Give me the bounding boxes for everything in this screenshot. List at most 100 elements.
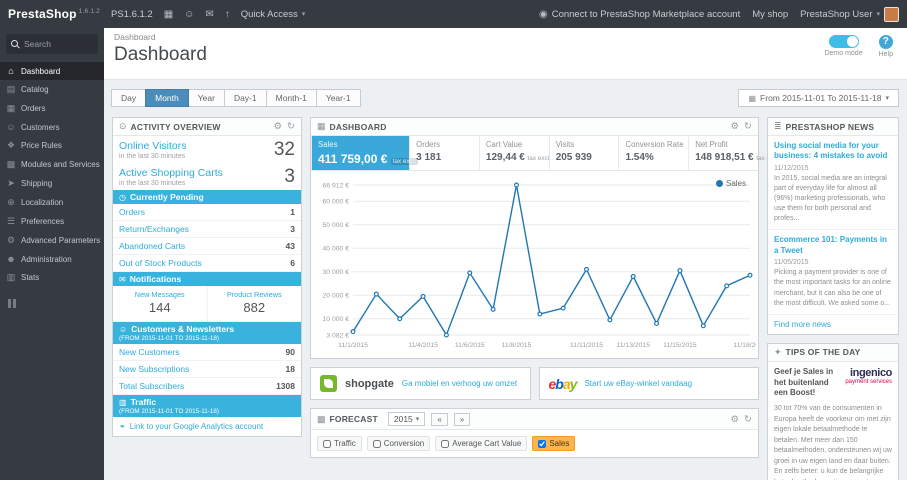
period-button[interactable]: Month-1	[265, 89, 317, 107]
customers-row-value: 18	[285, 364, 295, 374]
kpi-tab[interactable]: Orders 3 181	[409, 136, 479, 170]
news-articles: Using social media for your business: 4 …	[768, 136, 898, 315]
cart-notifications-icon[interactable]: ▦	[164, 9, 173, 20]
truck-icon: ➤	[7, 178, 15, 188]
sidebar-item[interactable]: ▦ Orders	[0, 99, 104, 118]
quick-access-menu[interactable]: Quick Access ▾	[241, 9, 306, 20]
kpi-tab[interactable]: Cart Value 129,44 € tax excl.	[478, 136, 551, 170]
sidebar-item[interactable]: ❖ Price Rules	[0, 136, 104, 155]
demo-mode-toggle[interactable]	[828, 35, 859, 48]
forecast-year-select[interactable]: 2015 ▾	[387, 412, 426, 426]
find-more-news-link[interactable]: Find more news	[768, 315, 898, 334]
sidebar-item[interactable]: ▩ Modules and Services	[0, 155, 104, 174]
customers-row-link[interactable]: Total Subscribers	[119, 381, 184, 391]
forecast-icon: ▩	[317, 413, 326, 424]
forecast-legend-checkbox[interactable]	[372, 439, 381, 448]
google-analytics-link[interactable]: ⚭ Link to your Google Analytics account	[113, 417, 301, 436]
article-title-link[interactable]: Using social media for your business: 4 …	[774, 141, 892, 162]
page-header: Dashboard Dashboard Demo mode ? Help	[104, 28, 907, 80]
calendar-icon: ▦	[748, 93, 757, 103]
caret-down-icon: ▾	[876, 11, 880, 18]
period-button[interactable]: Year	[187, 89, 225, 107]
forecast-legend-item[interactable]: Traffic	[317, 436, 362, 451]
refresh-icon[interactable]: ↻	[744, 121, 752, 132]
svg-text:30 000 €: 30 000 €	[323, 269, 350, 276]
dashboard-panel: ▦ DASHBOARD ⚙ ↻ Sales 411 759,00 € tax e…	[310, 117, 780, 359]
configure-icon[interactable]: ⚙	[274, 121, 283, 132]
prestashop-logo[interactable]: PrestaShop 1.6.1.2	[8, 7, 100, 21]
sidebar-item[interactable]: ▥ Stats	[0, 268, 104, 287]
forecast-legend-checkbox[interactable]	[441, 439, 450, 448]
active-carts-row: Active Shopping Carts in the last 30 min…	[119, 166, 295, 187]
active-carts-link[interactable]: Active Shopping Carts	[119, 167, 223, 179]
demo-mode-label: Demo mode	[824, 50, 863, 57]
kpi-tab[interactable]: Visits 205 939	[548, 136, 619, 170]
forecast-next-button[interactable]: »	[453, 412, 471, 426]
period-toolbar: Day Month Year Day-1 Month-1 Year-1 ▦ Fr…	[104, 80, 907, 109]
chart-legend[interactable]: Sales	[715, 179, 746, 188]
tips-headline: Geef je Sales in het buitenland een Boos…	[774, 366, 834, 398]
pending-row-link[interactable]: Return/Exchanges	[119, 224, 189, 234]
my-shop-link[interactable]: My shop	[752, 9, 788, 20]
user-menu[interactable]: PrestaShop User ▾	[800, 6, 899, 22]
period-button[interactable]: Month	[145, 89, 189, 107]
breadcrumb[interactable]: Dashboard	[114, 32, 897, 42]
gear-icon: ⚙	[6, 235, 16, 245]
svg-text:50 000 €: 50 000 €	[323, 222, 350, 229]
activity-overview-panel: ⊙ ACTIVITY OVERVIEW ⚙ ↻ Online Visitors …	[112, 117, 302, 437]
pending-row-link[interactable]: Out of Stock Products	[119, 258, 202, 268]
sidebar-item[interactable]: ☰ Preferences	[0, 212, 104, 231]
search-input[interactable]	[24, 39, 94, 49]
forecast-legend-item[interactable]: Average Cart Value	[435, 436, 528, 451]
configure-icon[interactable]: ⚙	[731, 121, 740, 132]
online-visitors-link[interactable]: Online Visitors	[119, 140, 187, 152]
ebay-link[interactable]: Start uw eBay-winkel vandaag	[584, 379, 692, 389]
svg-text:11/18/2015: 11/18/2015	[733, 342, 756, 349]
upgrade-icon[interactable]: ↑	[225, 9, 230, 20]
svg-text:11/11/2015: 11/11/2015	[570, 342, 603, 349]
sidebar-item[interactable]: ⊕ Localization	[0, 193, 104, 212]
sidebar-item-label: Modules and Services	[21, 160, 100, 169]
pending-row-link[interactable]: Orders	[119, 207, 145, 217]
sidebar-item[interactable]: ☻ Administration	[0, 250, 104, 268]
sidebar-item-label: Preferences	[21, 217, 65, 226]
customers-section-header: ☺ Customers & Newsletters (FROM 2015-11-0…	[113, 322, 301, 344]
customer-notifications-icon[interactable]: ☺	[184, 9, 194, 20]
period-button[interactable]: Day	[111, 89, 147, 107]
sidebar-item[interactable]: ➤ Shipping	[0, 174, 104, 193]
kpi-tab[interactable]: Net Profit 148 918,51 € tax excl.	[688, 136, 780, 170]
sidebar-collapse-button[interactable]	[8, 299, 96, 308]
forecast-legend-item[interactable]: Sales	[532, 436, 576, 451]
shop-name[interactable]: PS1.6.1.2	[111, 9, 153, 20]
sidebar-item-label: Customers	[21, 122, 60, 132]
period-button[interactable]: Day-1	[223, 89, 267, 107]
sidebar-item[interactable]: ▤ Catalog	[0, 80, 104, 99]
date-range-button[interactable]: ▦ From 2015-11-01 To 2015-11-18 ▾	[738, 89, 899, 107]
message-notifications-icon[interactable]: ✉	[205, 9, 213, 20]
forecast-legend-item[interactable]: Conversion	[366, 436, 431, 451]
refresh-icon[interactable]: ↻	[287, 121, 295, 132]
customers-row-link[interactable]: New Subscriptions	[119, 364, 189, 374]
kpi-tab[interactable]: Sales 411 759,00 € tax excl.	[311, 136, 418, 170]
sidebar-item[interactable]: ⌂ Dashboard	[0, 62, 104, 80]
refresh-icon[interactable]: ↻	[744, 414, 752, 425]
shopgate-link[interactable]: Ga mobiel en verhoog uw omzet	[402, 379, 517, 389]
configure-icon[interactable]: ⚙	[731, 414, 740, 425]
home-icon: ⌂	[8, 66, 14, 76]
sidebar-item[interactable]: ⚙ Advanced Parameters	[0, 231, 104, 250]
help-label: Help	[878, 51, 893, 58]
kpi-tab[interactable]: Conversion Rate 1.54%	[618, 136, 688, 170]
tips-of-the-day-panel: ✦ TIPS OF THE DAY Geef je Sales in het b…	[767, 342, 899, 480]
notification-cell[interactable]: Product Reviews 882	[206, 286, 302, 321]
sidebar-item[interactable]: ☺ Customers	[0, 118, 104, 136]
pending-row-link[interactable]: Abandoned Carts	[119, 241, 185, 251]
forecast-legend-checkbox[interactable]	[538, 439, 547, 448]
forecast-legend-checkbox[interactable]	[323, 439, 331, 448]
article-title-link[interactable]: Ecommerce 101: Payments in a Tweet	[774, 235, 892, 256]
marketplace-link[interactable]: ◉ Connect to PrestaShop Marketplace acco…	[539, 9, 740, 20]
period-button[interactable]: Year-1	[315, 89, 361, 107]
customers-row-link[interactable]: New Customers	[119, 347, 179, 357]
forecast-prev-button[interactable]: «	[431, 412, 448, 426]
notification-cell[interactable]: New Messages 144	[113, 286, 207, 321]
help-button[interactable]: ?	[878, 35, 893, 49]
